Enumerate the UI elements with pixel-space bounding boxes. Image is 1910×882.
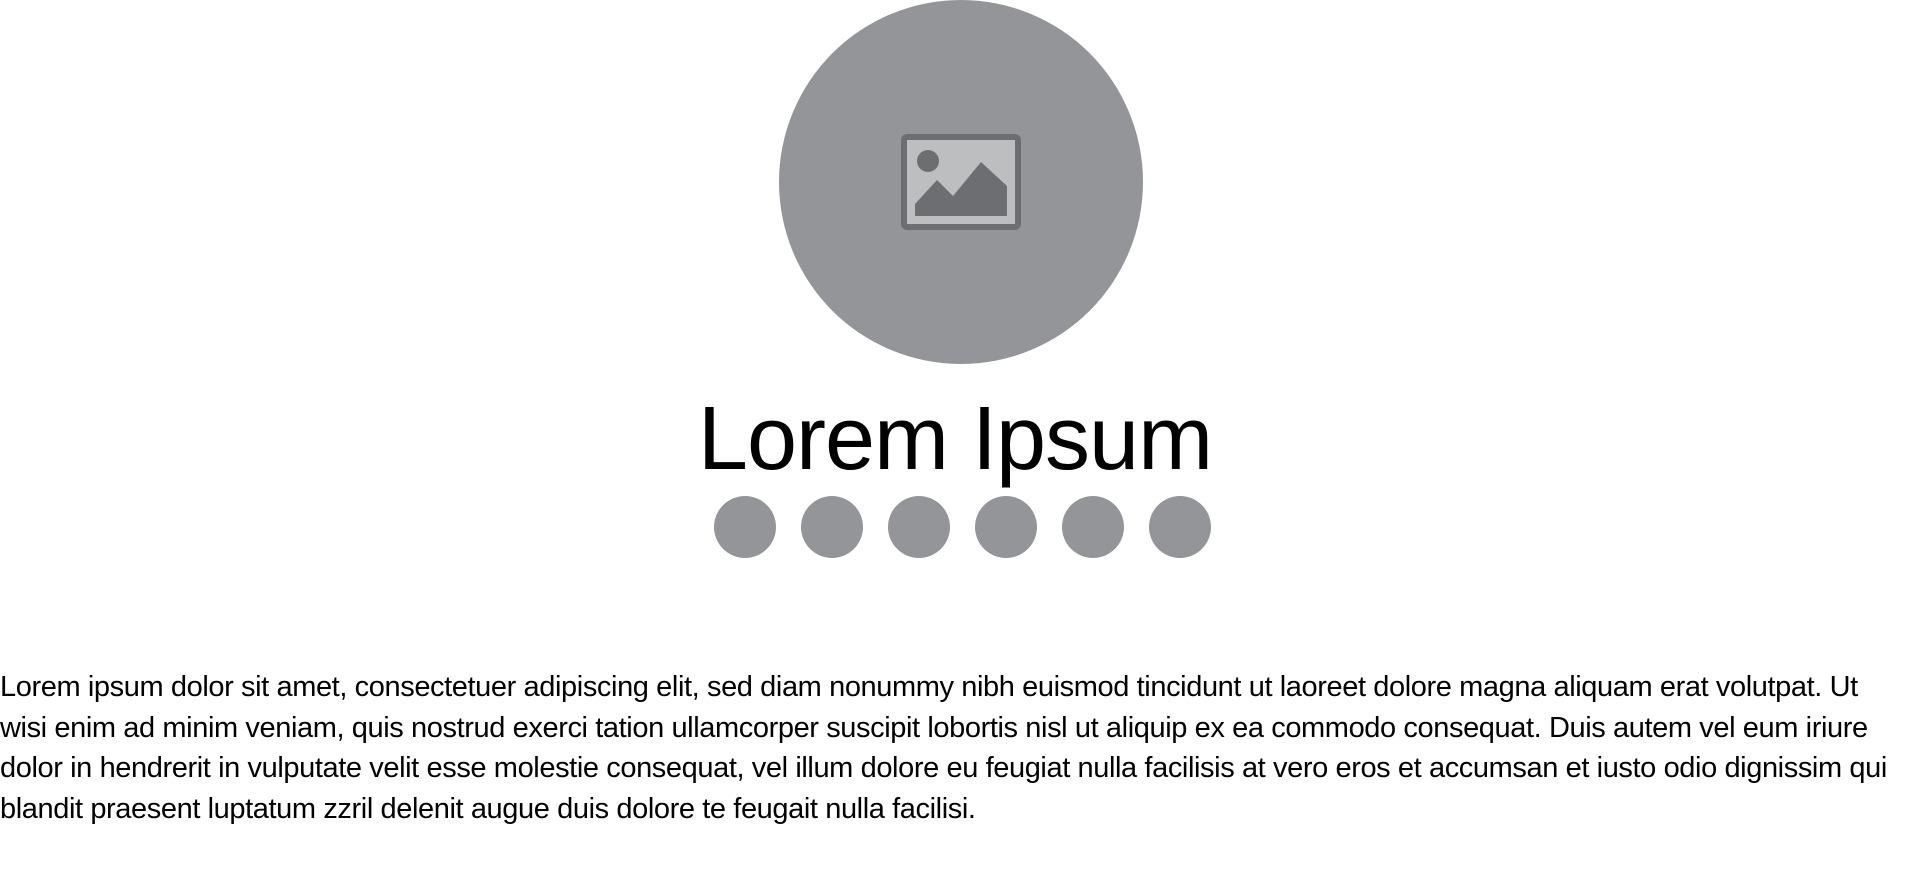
indicator-dot[interactable] [1062, 496, 1124, 558]
avatar-image-placeholder [779, 0, 1143, 364]
image-icon [901, 134, 1021, 230]
indicator-dot[interactable] [888, 496, 950, 558]
indicator-dot[interactable] [1149, 496, 1211, 558]
indicator-dot[interactable] [714, 496, 776, 558]
indicator-dots [714, 496, 1211, 558]
body-paragraph: Lorem ipsum dolor sit amet, consectetuer… [0, 671, 1887, 825]
indicator-dot[interactable] [975, 496, 1037, 558]
page-title: Lorem Ipsum [697, 389, 1213, 489]
indicator-dot[interactable] [801, 496, 863, 558]
